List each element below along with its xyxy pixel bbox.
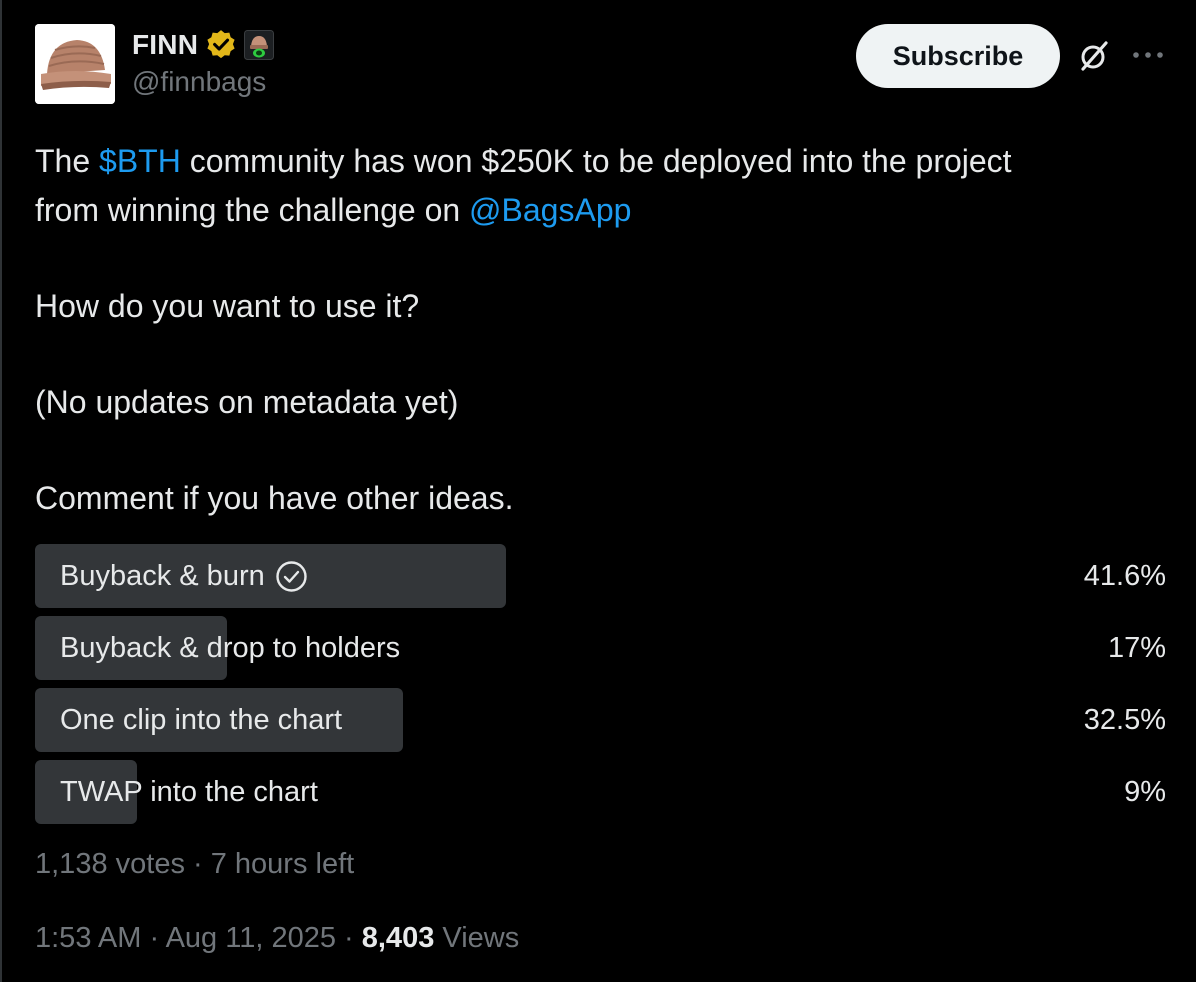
left-divider <box>0 0 2 982</box>
poll-option: TWAP into the chart 9% <box>35 760 1166 824</box>
poll-votes: 1,138 votes <box>35 848 185 880</box>
tweet-line-2: from winning the challenge on @BagsApp <box>35 186 631 234</box>
poll-option-label: Buyback & drop to holders <box>60 632 401 664</box>
author-name-row[interactable]: FINN <box>132 28 275 62</box>
mention-link[interactable]: @BagsApp <box>469 192 631 228</box>
poll-option-percent: 32.5% <box>1083 704 1166 736</box>
tweet-line-5: Comment if you have other ideas. <box>35 480 514 516</box>
poll-option-label: Buyback & burn <box>60 544 308 608</box>
poll-option-text: Buyback & burn <box>60 560 265 592</box>
avatar[interactable] <box>35 24 115 104</box>
avatar-beanie-image <box>35 24 115 104</box>
tweet-text-segment: from winning the challenge on <box>35 192 470 228</box>
tweet-text-segment: community has won $250K to be deployed i… <box>180 143 1012 179</box>
views-label: Views <box>442 922 520 954</box>
tweet-date[interactable]: Aug 11, 2025 <box>166 922 336 954</box>
author-name[interactable]: FINN <box>132 29 198 61</box>
poll-meta: 1,138 votes · 7 hours left <box>35 848 355 880</box>
poll: Buyback & burn 41.6% Buyback & drop to h… <box>35 544 1166 832</box>
poll-option-percent: 9% <box>1124 776 1166 808</box>
verified-badge-icon[interactable] <box>204 28 238 62</box>
poll-option-label: One clip into the chart <box>60 704 343 736</box>
tweet-text-segment: The <box>35 143 100 179</box>
cashtag-link[interactable]: $BTH <box>99 143 181 179</box>
tweet-line-1: The $BTH community has won $250K to be d… <box>35 137 1012 185</box>
poll-option: Buyback & burn 41.6% <box>35 544 1166 608</box>
author-handle[interactable]: @finnbags <box>132 66 266 98</box>
poll-option: One clip into the chart 32.5% <box>35 688 1166 752</box>
views-count[interactable]: 8,403 <box>362 922 435 954</box>
poll-option-label: TWAP into the chart <box>60 776 318 808</box>
poll-option: Buyback & drop to holders 17% <box>35 616 1166 680</box>
poll-option-percent: 41.6% <box>1083 560 1166 592</box>
beanie-emoji-icon[interactable] <box>244 30 275 60</box>
check-circle-icon <box>276 560 307 592</box>
poll-time-left: 7 hours left <box>210 848 355 880</box>
more-horizontal-icon[interactable] <box>1130 42 1166 68</box>
tweet-line-4: (No updates on metadata yet) <box>35 384 459 420</box>
poll-option-percent: 17% <box>1107 632 1166 664</box>
tweet-line-3: How do you want to use it? <box>35 288 420 324</box>
tweet-time[interactable]: 1:53 AM <box>35 922 141 954</box>
tweet-timestamp-row: 1:53 AM · Aug 11, 2025 · 8,403 Views <box>35 922 520 954</box>
subscribe-button[interactable]: Subscribe <box>856 24 1060 88</box>
grok-icon[interactable] <box>1077 39 1111 73</box>
